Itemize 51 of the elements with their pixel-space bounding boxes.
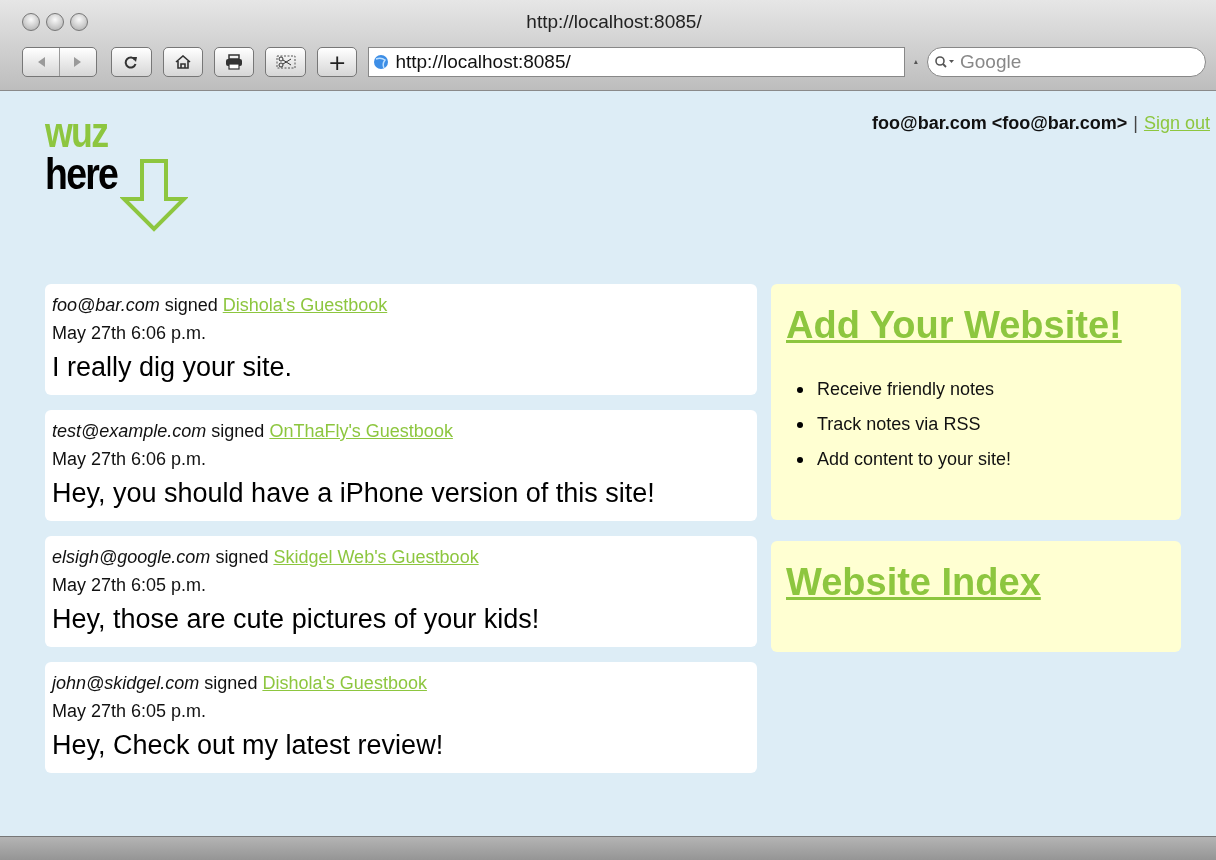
bullet-icon [797,456,803,463]
sign-out-link[interactable]: Sign out [1143,113,1210,134]
add-bookmark-button[interactable]: + [316,47,358,77]
entry-time: May 27th 6:06 p.m. [52,449,208,470]
logo-wordmark-bottom: here [45,152,119,195]
minimize-icon[interactable] [46,13,64,31]
feature-item: Add content to your site! [817,449,1012,470]
feature-item: Receive friendly notes [817,379,995,400]
guestbook-link[interactable]: Dishola's Guestbook [222,295,388,316]
close-icon[interactable] [22,13,40,31]
print-button[interactable] [214,47,255,77]
scissors-icon [275,55,296,69]
guestbook-link[interactable]: Dishola's Guestbook [262,673,427,694]
bullet-icon [797,421,803,428]
printer-icon [225,54,244,70]
reload-button[interactable] [111,47,152,77]
down-arrow-icon [120,159,188,233]
entry-verb: signed [204,673,258,694]
globe-icon [373,54,390,70]
logo-wordmark-top: wuz [45,113,109,153]
entry-time: May 27th 6:05 p.m. [52,575,208,596]
entry-time: May 27th 6:06 p.m. [52,323,208,344]
entry-author: john@skidgel.com [52,673,200,694]
separator: | [1133,113,1138,134]
entry-author: foo@bar.com [52,295,160,316]
bullet-icon [797,386,803,393]
address-field[interactable]: http://localhost:8085/ [368,47,906,77]
entry-time: May 27th 6:05 p.m. [52,701,208,722]
reload-icon [124,55,139,69]
search-field[interactable]: Google [927,47,1206,77]
navigation-buttons[interactable] [22,47,98,77]
zoom-icon[interactable] [70,13,88,31]
home-button[interactable] [162,47,203,77]
entry-message: Hey, you should have a iPhone version of this site! [52,478,656,509]
entry-message: Hey, those are cute pictures of your kids! [52,604,541,635]
guestbook-link[interactable]: OnThaFly's Guestbook [269,421,453,442]
entry-author: test@example.com [52,421,207,442]
entry-verb: signed [211,421,265,442]
entry-verb: signed [215,547,269,568]
home-icon [174,55,191,69]
feature-item: Track notes via RSS [817,414,981,435]
sidebar-title-link[interactable]: Website Index [786,561,1041,604]
sidebar-title-link[interactable]: Add Your Website! [786,304,1122,347]
guestbook-link[interactable]: Skidgel Web's Guestbook [273,547,479,568]
entry-verb: signed [164,295,218,316]
snippet-button[interactable] [265,47,306,77]
entry-message: I really dig your site. [52,352,294,383]
entry-message: Hey, Check out my latest review! [52,730,445,761]
window-title: http://localhost:8085/ [526,11,702,33]
user-email: foo@bar.com <foo@bar.com> [872,113,1128,134]
entry-author: elsigh@google.com [52,547,211,568]
